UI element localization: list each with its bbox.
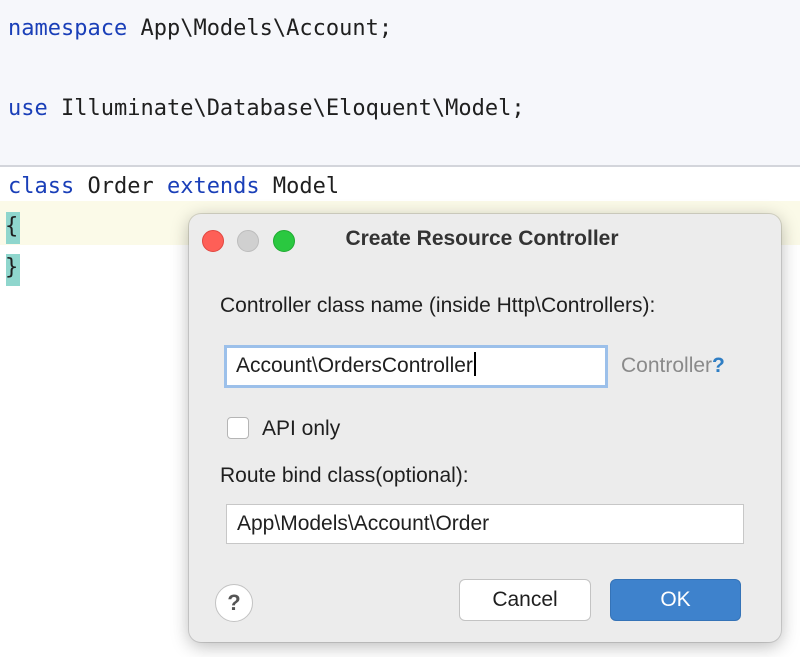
keyword-extends: extends [166, 174, 260, 199]
open-brace: { [5, 214, 19, 239]
api-only-checkbox[interactable] [227, 417, 249, 439]
class-name-value: Account\OrdersController [236, 354, 473, 377]
close-window-button[interactable] [202, 230, 224, 252]
code-line-namespace: namespace App\Models\Account; [8, 14, 392, 44]
cancel-button[interactable]: Cancel [459, 579, 591, 621]
route-bind-label: Route bind class(optional): [220, 464, 469, 487]
dialog-titlebar[interactable]: Create Resource Controller [189, 214, 781, 266]
close-brace: } [5, 255, 19, 280]
create-resource-controller-dialog: Create Resource Controller Controller cl… [189, 214, 781, 642]
parent-class: Model [259, 174, 340, 199]
class-name-label: Controller class name (inside Http\Contr… [220, 294, 656, 317]
use-path: Illuminate\Database\Eloquent\Model; [47, 96, 525, 121]
suffix-help-icon[interactable]: ? [712, 354, 725, 377]
class-name: Order [74, 174, 167, 199]
route-bind-value: App\Models\Account\Order [237, 512, 490, 535]
namespace-path: App\Models\Account; [127, 16, 393, 41]
keyword-namespace: namespace [8, 16, 128, 41]
code-line-use: use Illuminate\Database\Eloquent\Model; [8, 94, 525, 124]
help-button[interactable]: ? [215, 584, 253, 622]
dialog-title: Create Resource Controller [345, 227, 619, 250]
keyword-use: use [8, 96, 48, 121]
controller-suffix: Controller? [621, 354, 725, 378]
class-name-input[interactable]: Account\OrdersController [224, 345, 608, 388]
code-separator [0, 165, 800, 167]
ok-button[interactable]: OK [610, 579, 741, 621]
code-line-class: class Order extends Model [8, 172, 339, 202]
route-bind-input[interactable]: App\Models\Account\Order [226, 504, 744, 544]
keyword-class: class [8, 174, 75, 199]
controller-suffix-label: Controller [621, 354, 713, 377]
api-only-label[interactable]: API only [262, 417, 340, 441]
text-caret [473, 352, 476, 377]
